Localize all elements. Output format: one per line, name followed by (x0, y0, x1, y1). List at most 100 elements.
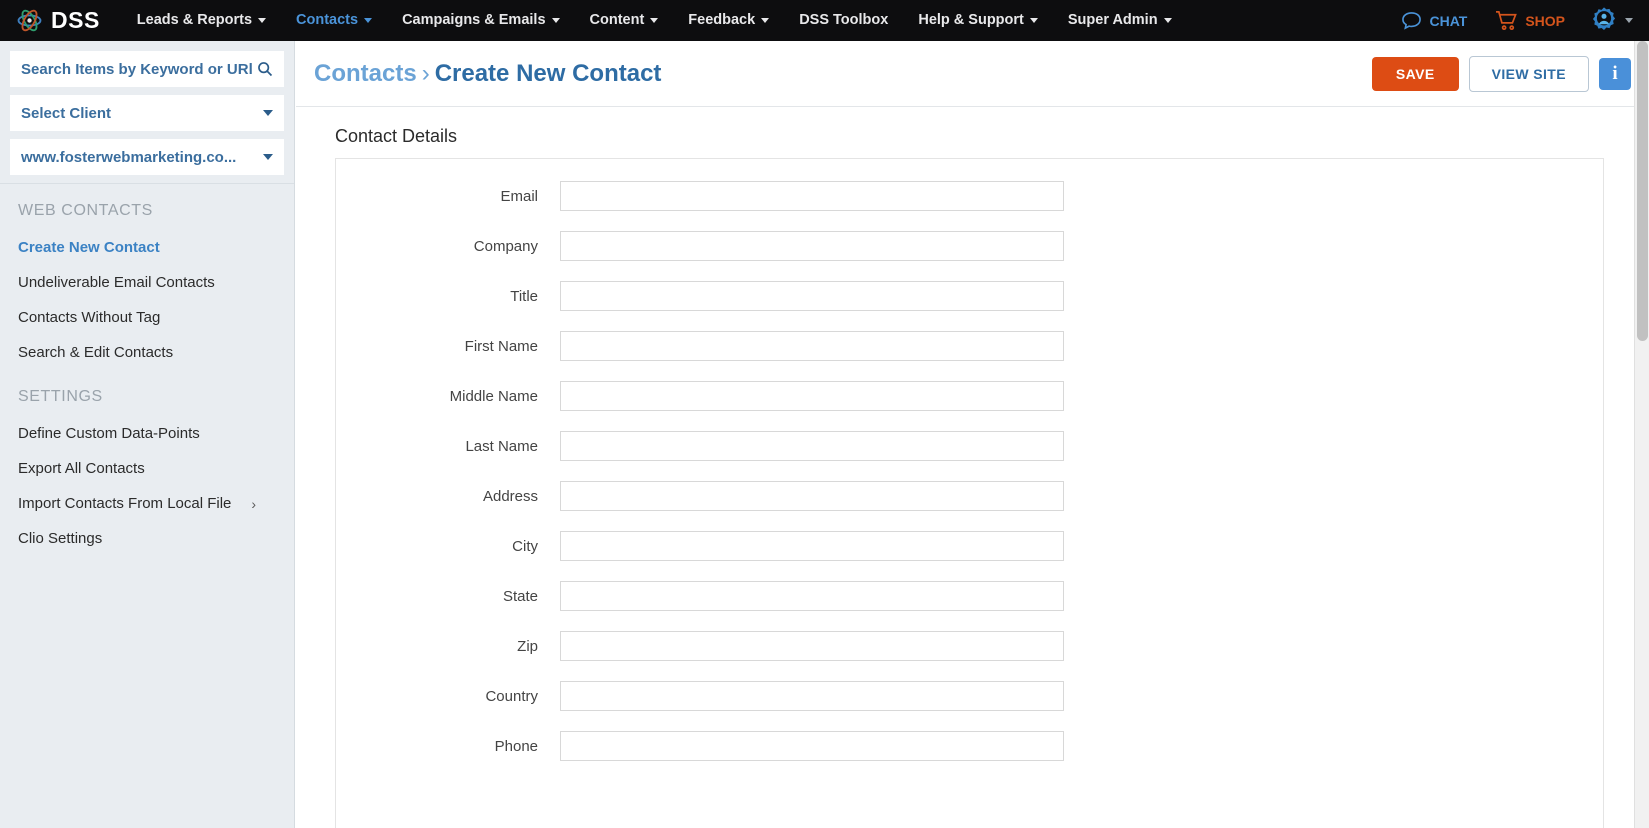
chat-button[interactable]: CHAT (1387, 11, 1481, 30)
form-row-last-name: Last Name (336, 431, 1603, 461)
client-select[interactable]: Select Client (10, 95, 284, 131)
nav-item-contacts[interactable]: Contacts (281, 0, 387, 41)
site-select-value: www.fosterwebmarketing.co... (21, 148, 237, 166)
label-state: State (502, 587, 538, 605)
form-row-middle-name: Middle Name (336, 381, 1603, 411)
zip-field[interactable] (560, 631, 1064, 661)
breadcrumb-separator: › (421, 59, 430, 87)
sidebar-item-export-all-contacts[interactable]: Export All Contacts (0, 451, 294, 486)
company-field[interactable] (560, 231, 1064, 261)
form-row-title: Title (336, 281, 1603, 311)
nav-item-leads-reports[interactable]: Leads & Reports (122, 0, 281, 41)
scrollbar-thumb[interactable] (1637, 41, 1648, 341)
top-right-actions: CHAT SHOP (1387, 6, 1649, 36)
sidebar: Search Items by Keyword or URl Select Cl… (0, 41, 295, 828)
breadcrumb: Contacts › Create New Contact (314, 60, 661, 88)
label-first-name: First Name (464, 337, 538, 355)
last-name-field[interactable] (560, 431, 1064, 461)
section-title-contact-details: Contact Details (335, 126, 458, 146)
sidebar-item-create-new-contact[interactable]: Create New Contact (0, 230, 294, 265)
sidebar-item-label: Search & Edit Contacts (18, 344, 174, 361)
form-area: Contact Details Email Company Title Firs… (296, 107, 1649, 828)
label-zip: Zip (517, 637, 538, 655)
label-phone: Phone (494, 737, 538, 755)
nav-label: Super Admin (1067, 12, 1158, 28)
nav-item-content[interactable]: Content (575, 0, 674, 41)
nav-item-feedback[interactable]: Feedback (673, 0, 784, 41)
chevron-down-icon (258, 17, 267, 23)
search-input-wrapper[interactable]: Search Items by Keyword or URl (10, 51, 284, 87)
application-window: DSS Leads & Reports Contacts Campaigns &… (0, 0, 1649, 828)
nav-item-super-admin[interactable]: Super Admin (1053, 0, 1187, 41)
top-navigation-bar: DSS Leads & Reports Contacts Campaigns &… (0, 0, 1649, 41)
form-row-zip: Zip (336, 631, 1603, 661)
form-row-first-name: First Name (336, 331, 1603, 361)
label-email: Email (500, 187, 538, 205)
search-icon[interactable] (257, 61, 273, 77)
form-row-phone: Phone (336, 731, 1603, 761)
nav-item-campaigns-emails[interactable]: Campaigns & Emails (387, 0, 574, 41)
page-scrollbar[interactable] (1634, 41, 1649, 828)
middle-name-field[interactable] (560, 381, 1064, 411)
sidebar-group-heading-settings: SETTINGS (18, 388, 103, 405)
sidebar-group-heading-web-contacts: WEB CONTACTS (18, 202, 153, 219)
chevron-right-icon: › (251, 495, 256, 512)
label-last-name: Last Name (465, 437, 538, 455)
sidebar-item-label: Undeliverable Email Contacts (18, 274, 215, 291)
state-field[interactable] (560, 581, 1064, 611)
label-title: Title (510, 287, 538, 305)
nav-label: Contacts (296, 12, 359, 28)
phone-field[interactable] (560, 731, 1064, 761)
sidebar-item-label: Contacts Without Tag (18, 309, 161, 326)
shop-label: SHOP (1525, 12, 1565, 29)
nav-label: DSS Toolbox (799, 12, 889, 28)
chevron-down-icon (1029, 17, 1038, 23)
label-country: Country (485, 687, 538, 705)
contact-details-panel: Email Company Title First Name Middle Na… (335, 158, 1604, 828)
brand-logo[interactable]: DSS (0, 0, 122, 41)
first-name-field[interactable] (560, 331, 1064, 361)
nav-label: Content (589, 12, 645, 28)
sidebar-item-clio-settings[interactable]: Clio Settings (0, 521, 294, 556)
breadcrumb-parent[interactable]: Contacts (314, 60, 417, 87)
sidebar-item-contacts-without-tag[interactable]: Contacts Without Tag (0, 300, 294, 335)
sidebar-item-label: Define Custom Data-Points (18, 425, 200, 442)
city-field[interactable] (560, 531, 1064, 561)
sidebar-item-import-contacts-from-local-file[interactable]: Import Contacts From Local File › (0, 486, 294, 521)
chat-label: CHAT (1429, 12, 1468, 29)
account-settings-button[interactable] (1579, 6, 1639, 36)
main-content: Contacts › Create New Contact SAVE VIEW SI… (296, 41, 1649, 828)
nav-label: Leads & Reports (136, 12, 253, 28)
nav-label: Campaigns & Emails (402, 12, 546, 28)
label-address: Address (482, 487, 538, 505)
save-button[interactable]: SAVE (1371, 56, 1459, 91)
sidebar-item-label: Create New Contact (18, 239, 160, 256)
title-field[interactable] (560, 281, 1064, 311)
view-site-button[interactable]: VIEW SITE (1468, 55, 1589, 92)
info-button[interactable]: i (1599, 57, 1631, 90)
form-row-city: City (336, 531, 1603, 561)
label-company: Company (473, 237, 538, 255)
site-select[interactable]: www.fosterwebmarketing.co... (10, 139, 284, 175)
label-middle-name: Middle Name (449, 387, 538, 405)
email-field[interactable] (560, 181, 1064, 211)
shop-button[interactable]: SHOP (1481, 10, 1579, 31)
breadcrumb-current: Create New Contact (434, 59, 662, 87)
nav-item-dss-toolbox[interactable]: DSS Toolbox (784, 0, 903, 41)
nav-label: Help & Support (918, 12, 1024, 28)
chevron-down-icon (761, 17, 770, 23)
label-city: City (512, 537, 538, 555)
address-field[interactable] (560, 481, 1064, 511)
search-input[interactable]: Search Items by Keyword or URl (21, 61, 257, 78)
form-row-company: Company (336, 231, 1603, 261)
nav-item-help-support[interactable]: Help & Support (903, 0, 1053, 41)
sidebar-item-define-custom-data-points[interactable]: Define Custom Data-Points (0, 416, 294, 451)
form-row-address: Address (336, 481, 1603, 511)
chevron-down-icon (1163, 17, 1172, 23)
chevron-down-icon (364, 17, 373, 23)
sidebar-controls: Search Items by Keyword or URl Select Cl… (0, 41, 294, 175)
sidebar-item-undeliverable-email-contacts[interactable]: Undeliverable Email Contacts (0, 265, 294, 300)
country-field[interactable] (560, 681, 1064, 711)
sidebar-item-search-edit-contacts[interactable]: Search & Edit Contacts (0, 335, 294, 370)
gear-user-icon (1589, 6, 1619, 36)
